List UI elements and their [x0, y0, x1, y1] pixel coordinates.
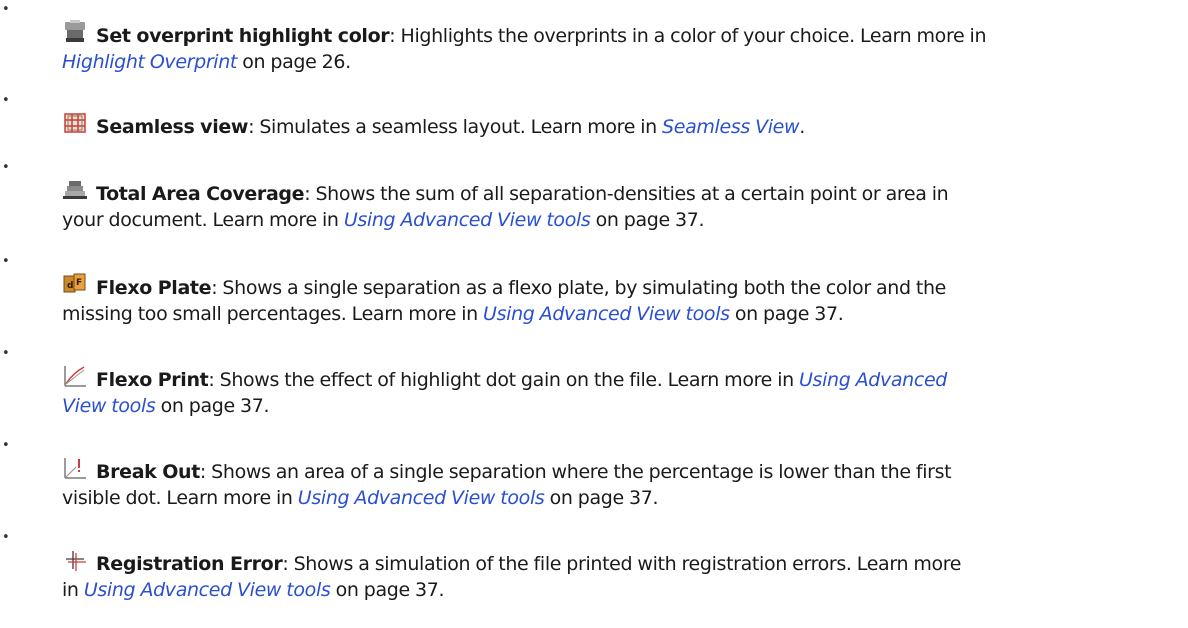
item-page-ref: on page 37.	[330, 579, 445, 601]
highlight-overprint-link[interactable]: Highlight Overprint	[62, 51, 237, 73]
item-description: : Shows the effect of highlight dot gain…	[208, 369, 799, 391]
using-advanced-view-tools-link[interactable]: Using Advanced View tools	[84, 579, 331, 601]
item-description: : Shows the sum of all separation-densit…	[304, 183, 949, 205]
using-advanced-view-tools-link-cont[interactable]: View tools	[62, 395, 156, 417]
bullet: •	[2, 93, 10, 108]
seamless-view-icon	[62, 111, 88, 135]
item-term: Total Area Coverage	[96, 183, 305, 205]
using-advanced-view-tools-link[interactable]: Using Advanced View tools	[483, 303, 730, 325]
item-description-cont: your document. Learn more in	[62, 209, 344, 231]
overprint-highlight-icon	[62, 20, 88, 44]
bullet: •	[2, 530, 10, 545]
item-description: : Shows a single separation as a flexo p…	[211, 277, 946, 299]
item-description-cont: in	[62, 579, 84, 601]
item-page-ref: on page 37.	[590, 209, 705, 231]
item-page-ref: .	[799, 116, 805, 138]
break-out-icon	[62, 456, 88, 480]
item-description: : Shows a simulation of the file printed…	[282, 553, 962, 575]
seamless-view-link[interactable]: Seamless View	[662, 116, 800, 138]
item-description: : Highlights the overprints in a color o…	[389, 25, 987, 47]
item-term: Flexo Plate	[96, 277, 212, 299]
item-description: : Shows an area of a single separation w…	[199, 461, 952, 483]
svg-text:d: d	[67, 281, 73, 291]
bullet: •	[2, 346, 10, 361]
using-advanced-view-tools-link[interactable]: Using Advanced View tools	[298, 487, 545, 509]
using-advanced-view-tools-link[interactable]: Using Advanced	[799, 369, 947, 391]
svg-text:F: F	[76, 278, 82, 288]
total-area-coverage-icon	[62, 178, 88, 202]
item-description-cont: missing too small percentages. Learn mor…	[62, 303, 484, 325]
bullet: •	[2, 254, 10, 269]
item-term: Flexo Print	[96, 369, 209, 391]
flexo-print-icon	[62, 364, 88, 388]
item-page-ref: on page 37.	[729, 303, 844, 325]
item-description: : Simulates a seamless layout. Learn mor…	[248, 116, 663, 138]
item-term: Set overprint highlight color	[96, 25, 390, 47]
item-page-ref: on page 37.	[155, 395, 270, 417]
item-term: Seamless view	[96, 116, 249, 138]
using-advanced-view-tools-link[interactable]: Using Advanced View tools	[344, 209, 591, 231]
item-term: Registration Error	[96, 553, 283, 575]
bullet: •	[2, 2, 10, 17]
bullet: •	[2, 160, 10, 175]
registration-error-icon	[62, 548, 88, 572]
item-term: Break Out	[96, 461, 200, 483]
bullet: •	[2, 438, 10, 453]
flexo-plate-icon: d F	[62, 272, 88, 296]
item-page-ref: on page 26.	[237, 51, 351, 73]
item-description-cont: visible dot. Learn more in	[62, 487, 298, 509]
item-page-ref: on page 37.	[544, 487, 659, 509]
